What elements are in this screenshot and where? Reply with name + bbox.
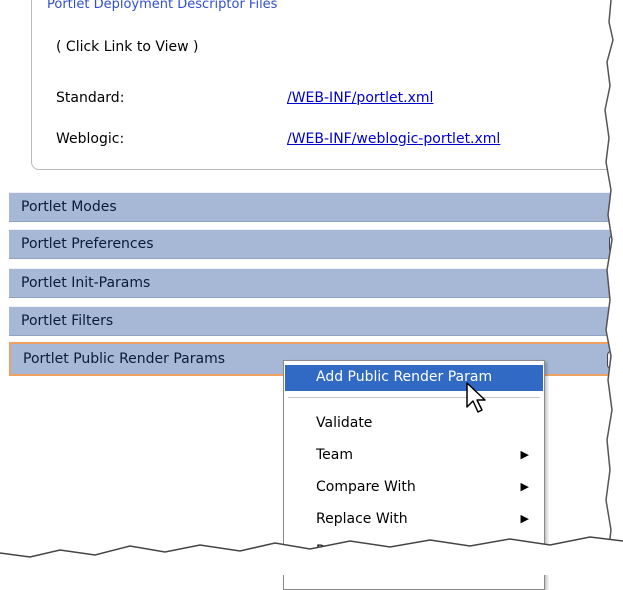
- submenu-arrow-icon: ▶: [520, 480, 529, 493]
- menu-item-label: Team: [316, 447, 354, 463]
- weblogic-label: Weblogic:: [56, 131, 125, 147]
- descriptor-group-title: Portlet Deployment Descriptor Files: [45, 0, 280, 12]
- submenu-arrow-icon: ▶: [520, 448, 529, 461]
- menu-separator: [288, 397, 540, 398]
- section-label: Portlet Filters: [21, 313, 114, 329]
- submenu-arrow-icon: ▶: [520, 512, 529, 525]
- standard-label: Standard:: [56, 90, 125, 106]
- portlet-xml-link[interactable]: /WEB-INF/portlet.xml: [287, 90, 433, 106]
- mouse-pointer-icon: [466, 382, 486, 413]
- menu-item-add-public-render-param[interactable]: Add Public Render Param: [285, 365, 543, 391]
- section-portlet-filters[interactable]: Portlet Filters »: [9, 306, 623, 336]
- menu-item-team[interactable]: Team ▶: [285, 443, 543, 469]
- section-label: Portlet Preferences: [21, 236, 154, 252]
- menu-item-replace-with[interactable]: Replace With ▶: [285, 507, 543, 533]
- torn-edge-decoration: [0, 536, 623, 575]
- menu-item-label: Replace With: [316, 511, 408, 527]
- torn-edge-decoration: [604, 0, 623, 575]
- section-portlet-modes[interactable]: Portlet Modes »: [9, 192, 623, 222]
- section-portlet-preferences[interactable]: Portlet Preferences »: [9, 229, 623, 259]
- menu-item-label: Compare With: [316, 479, 416, 495]
- click-link-hint: ( Click Link to View ): [56, 39, 199, 55]
- menu-item-compare-with[interactable]: Compare With ▶: [285, 475, 543, 501]
- section-label: Portlet Modes: [21, 199, 117, 215]
- section-label: Portlet Init-Params: [21, 275, 151, 291]
- weblogic-portlet-xml-link[interactable]: /WEB-INF/weblogic-portlet.xml: [287, 131, 500, 147]
- menu-item-validate[interactable]: Validate: [285, 411, 543, 437]
- menu-item-label: Validate: [316, 415, 373, 431]
- section-portlet-init-params[interactable]: Portlet Init-Params »: [9, 268, 623, 298]
- section-label: Portlet Public Render Params: [23, 351, 226, 367]
